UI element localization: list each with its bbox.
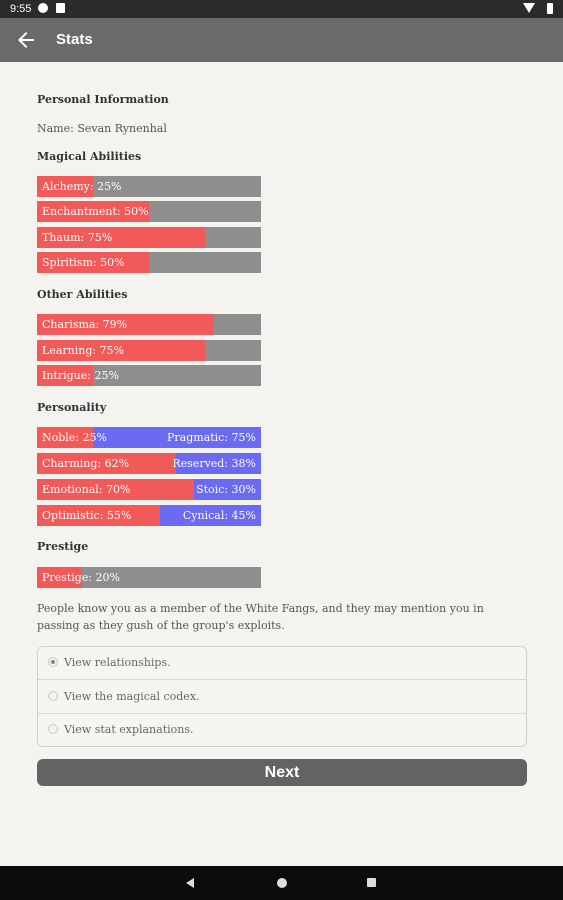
stat-bar-label: Intrigue: 25% — [42, 369, 119, 382]
app-bar: Stats — [0, 18, 563, 62]
status-time: 9:55 — [10, 3, 32, 15]
stat-bar-thaum: Thaum: 75% — [37, 227, 261, 248]
radio-selected-icon[interactable] — [48, 657, 58, 667]
personality-bar-charming-reserved: Charming: 62% Reserved: 38% — [37, 453, 261, 474]
stat-bar-label: Alchemy: 25% — [42, 180, 122, 193]
status-bar: 9:55 — [0, 0, 563, 18]
stat-bar-label: Spiritism: 50% — [42, 256, 125, 269]
system-nav-bar — [0, 866, 563, 900]
stat-bar-label: Thaum: 75% — [42, 231, 113, 244]
personality-bar-emotional-stoic: Emotional: 70% Stoic: 30% — [37, 479, 261, 500]
personality-right-label: Pragmatic: 75% — [167, 431, 256, 444]
stat-bar-prestige: Prestige: 20% — [37, 567, 261, 588]
choice-list: View relationships. View the magical cod… — [37, 646, 527, 747]
personality-left-label: Charming: 62% — [42, 457, 130, 470]
other-abilities-heading: Other Abilities — [37, 288, 128, 301]
radio-unselected-icon[interactable] — [48, 691, 58, 701]
stat-bar-charisma: Charisma: 79% — [37, 314, 261, 335]
stat-bar-intrigue: Intrigue: 25% — [37, 365, 261, 386]
prestige-heading: Prestige — [37, 540, 89, 553]
stat-bar-alchemy: Alchemy: 25% — [37, 176, 261, 197]
back-arrow-icon[interactable] — [14, 28, 38, 52]
choice-view-relationships[interactable]: View relationships. — [38, 647, 526, 680]
personality-left-label: Noble: 25% — [42, 431, 107, 444]
nav-home-icon[interactable] — [277, 878, 287, 888]
choice-view-stat-explanations[interactable]: View stat explanations. — [38, 714, 526, 747]
personality-right-label: Reserved: 38% — [172, 457, 256, 470]
nav-recents-icon[interactable] — [367, 878, 376, 887]
stat-bar-spiritism: Spiritism: 50% — [37, 252, 261, 273]
personality-heading: Personality — [37, 401, 107, 414]
description-text: People know you as a member of the White… — [37, 602, 484, 632]
personality-left-label: Optimistic: 55% — [42, 509, 132, 522]
personality-bar-optimistic-cynical: Optimistic: 55% Cynical: 45% — [37, 505, 261, 526]
stat-bar-label: Learning: 75% — [42, 344, 125, 357]
personal-info-heading: Personal Information — [37, 93, 169, 106]
battery-icon — [547, 3, 553, 14]
character-name: Name: Sevan Rynenhal — [37, 122, 167, 135]
nav-back-icon[interactable] — [186, 878, 194, 888]
personality-bar-noble-pragmatic: Noble: 25% Pragmatic: 75% — [37, 427, 261, 448]
wifi-icon — [523, 3, 535, 13]
choice-label: View relationships. — [64, 656, 171, 669]
choice-label: View the magical codex. — [64, 690, 200, 703]
page-title: Stats — [56, 31, 93, 48]
magical-abilities-heading: Magical Abilities — [37, 150, 142, 163]
stat-bar-label: Charisma: 79% — [42, 318, 128, 331]
choice-label: View stat explanations. — [64, 723, 194, 736]
personality-right-label: Cynical: 45% — [182, 509, 256, 522]
stat-bar-label: Enchantment: 50% — [42, 205, 149, 218]
next-button[interactable]: Next — [37, 759, 527, 786]
sd-card-status-icon — [56, 3, 65, 13]
personality-right-label: Stoic: 30% — [196, 483, 256, 496]
settings-status-icon — [38, 3, 48, 13]
choice-view-magical-codex[interactable]: View the magical codex. — [38, 681, 526, 714]
radio-unselected-icon[interactable] — [48, 724, 58, 734]
stat-bar-enchantment: Enchantment: 50% — [37, 201, 261, 222]
stat-bar-learning: Learning: 75% — [37, 340, 261, 361]
personality-left-label: Emotional: 70% — [42, 483, 131, 496]
stat-bar-label: Prestige: 20% — [42, 571, 120, 584]
